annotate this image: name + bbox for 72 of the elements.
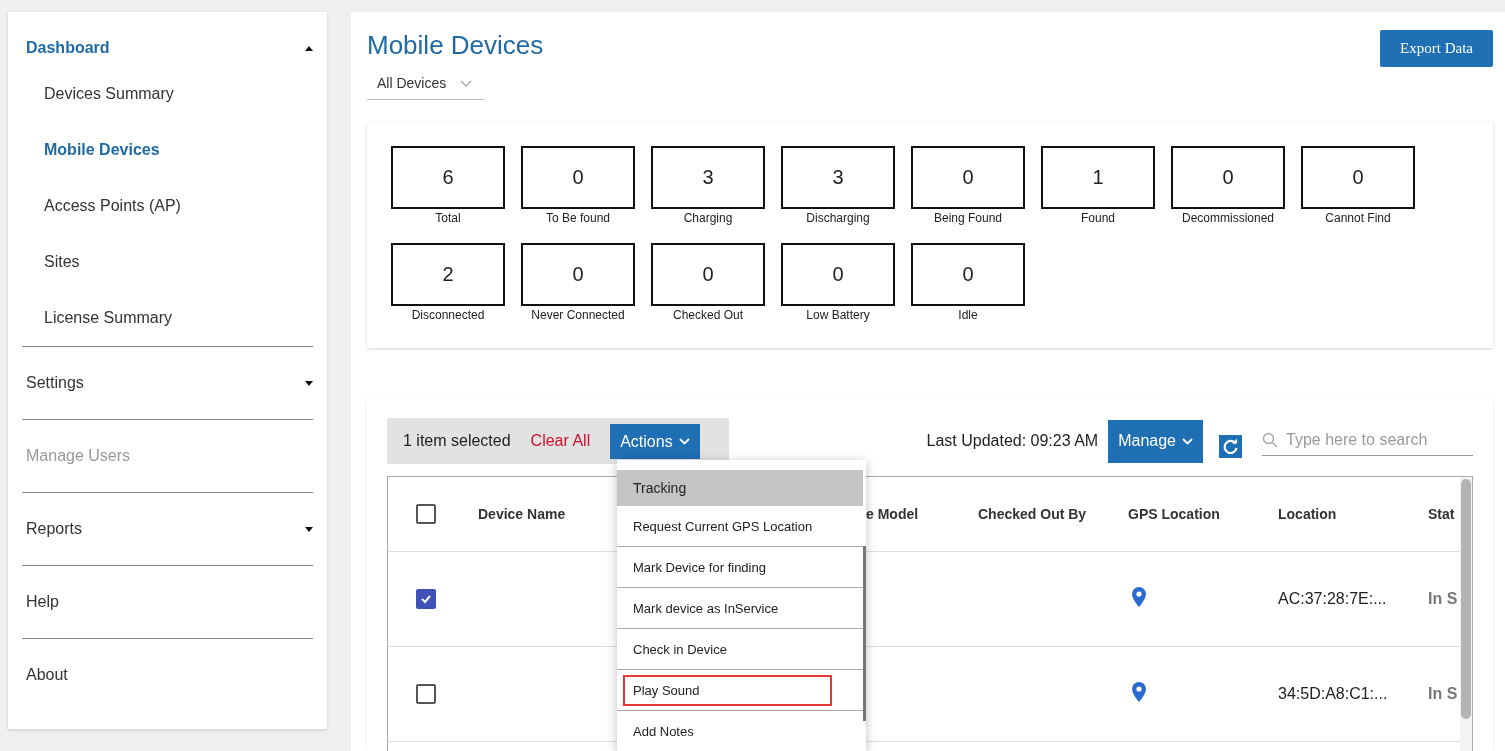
sidebar-subitem[interactable]: Access Points (AP): [22, 178, 313, 234]
map-pin-icon[interactable]: [1132, 682, 1146, 702]
chevron-down-icon: [678, 438, 690, 445]
stat-value: 0: [521, 146, 635, 209]
checkbox[interactable]: [416, 589, 436, 609]
caret-icon: [305, 526, 313, 532]
menu-scrollbar[interactable]: [863, 546, 866, 721]
sidebar-item[interactable]: Help: [22, 566, 313, 638]
column-header: Checked Out By: [978, 506, 1088, 522]
sidebar-subitem[interactable]: License Summary: [22, 290, 313, 346]
stat-value: 3: [781, 146, 895, 209]
sidebar-subitem[interactable]: Sites: [22, 234, 313, 290]
stat-label: Disconnected: [411, 308, 485, 322]
sidebar-subitem[interactable]: Mobile Devices: [22, 122, 313, 178]
stat-label: To Be found: [545, 211, 611, 225]
selection-count: 1 item selected: [403, 432, 511, 450]
location-cell: AC:37:28:7E:...: [1278, 590, 1387, 607]
stat-label: Checked Out: [672, 308, 743, 322]
stat-label: Decommissioned: [1181, 211, 1274, 225]
map-pin-icon[interactable]: [1132, 587, 1146, 607]
stat-label: Being Found: [933, 211, 1003, 225]
column-header: GPS Location: [1128, 506, 1221, 522]
menu-item[interactable]: Play Sound: [617, 670, 863, 711]
stat-label: Discharging: [806, 211, 870, 225]
device-filter-dropdown[interactable]: All Devices: [367, 71, 485, 100]
sidebar-item[interactable]: Dashboard: [22, 30, 313, 66]
stat-value: 3: [651, 146, 765, 209]
status-cell: In S: [1428, 590, 1458, 607]
stat-value: 0: [911, 243, 1025, 306]
column-header: Stat: [1428, 506, 1456, 522]
column-header: Device Name: [478, 506, 567, 522]
stat-value: 0: [651, 243, 765, 306]
chevron-down-icon: [460, 79, 473, 87]
stat-value: 2: [391, 243, 505, 306]
export-button[interactable]: Export Data: [1380, 30, 1493, 67]
menu-item[interactable]: Request Current GPS Location: [617, 506, 863, 547]
stat-value: 0: [1171, 146, 1285, 209]
stat-label: Never Connected: [531, 308, 625, 322]
stat-value: 1: [1041, 146, 1155, 209]
stat-label: Cannot Find: [1325, 211, 1391, 225]
page-title: Mobile Devices: [367, 30, 544, 61]
menu-section-header: Tracking: [617, 470, 863, 506]
checkbox[interactable]: [416, 684, 436, 704]
stat-value: 0: [521, 243, 635, 306]
stat-value: 0: [1301, 146, 1415, 209]
sidebar-subitem[interactable]: Devices Summary: [22, 66, 313, 122]
stat-label: Found: [1081, 211, 1115, 225]
column-header: e Model: [866, 506, 920, 522]
caret-icon: [305, 380, 313, 386]
last-updated-text: Last Updated: 09:23 AM: [926, 432, 1099, 450]
refresh-icon[interactable]: [1219, 434, 1242, 458]
location-cell: 34:5D:A8:C1:...: [1278, 685, 1388, 702]
search-icon: [1262, 431, 1278, 448]
stat-label: Low Battery: [806, 308, 870, 322]
sidebar-item[interactable]: About: [22, 639, 313, 711]
stat-label: Idle: [958, 308, 978, 322]
scrollbar-thumb[interactable]: [1461, 479, 1471, 719]
caret-icon: [305, 45, 313, 51]
status-cell: In S: [1428, 685, 1458, 702]
stat-value: 6: [391, 146, 505, 209]
clear-all-link[interactable]: Clear All: [530, 432, 591, 450]
column-header: Location: [1278, 506, 1338, 522]
manage-button[interactable]: Manage: [1108, 419, 1203, 463]
sidebar-item[interactable]: Reports: [22, 493, 313, 565]
stat-label: Charging: [683, 211, 733, 225]
checkbox[interactable]: [416, 504, 436, 524]
chevron-down-icon: [1182, 437, 1193, 445]
stat-label: Total: [435, 211, 461, 225]
actions-button[interactable]: Actions: [610, 424, 700, 459]
stat-value: 0: [911, 146, 1025, 209]
stat-value: 0: [781, 243, 895, 306]
sidebar-item[interactable]: Settings: [22, 347, 313, 419]
